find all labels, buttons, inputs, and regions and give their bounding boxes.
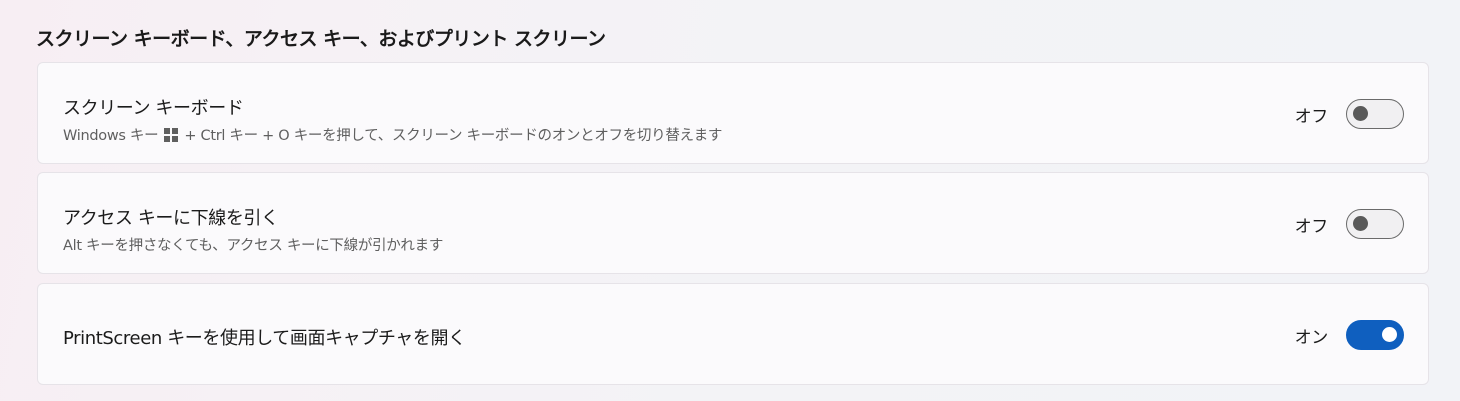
toggle-knob xyxy=(1353,106,1368,121)
toggle-state-label: オフ xyxy=(1294,106,1329,127)
setting-title: PrintScreen キーを使用して画面キャプチャを開く xyxy=(63,328,466,349)
setting-card-underline-access-keys: アクセス キーに下線を引く Alt キーを押さなくても、アクセス キーに下線が引… xyxy=(37,172,1429,274)
underline-access-keys-toggle[interactable] xyxy=(1346,209,1404,239)
section-title: スクリーン キーボード、アクセス キー、およびプリント スクリーン xyxy=(36,28,606,50)
setting-card-printscreen-capture: PrintScreen キーを使用して画面キャプチャを開く オン xyxy=(37,283,1429,385)
toggle-area: オフ xyxy=(1295,209,1404,239)
setting-description: Windows キー + Ctrl キー + O キーを押して、スクリーン キー… xyxy=(63,124,722,145)
toggle-area: オフ xyxy=(1295,99,1404,129)
setting-card-on-screen-keyboard: スクリーン キーボード Windows キー + Ctrl キー + O キーを… xyxy=(37,62,1429,164)
setting-description: Alt キーを押さなくても、アクセス キーに下線が引かれます xyxy=(63,238,444,254)
setting-text: アクセス キーに下線を引く Alt キーを押さなくても、アクセス キーに下線が引… xyxy=(63,204,443,255)
toggle-state-label: オン xyxy=(1294,327,1329,348)
toggle-area: オン xyxy=(1295,320,1404,350)
setting-title: アクセス キーに下線を引く xyxy=(63,208,279,229)
description-part: + Ctrl キー + O キーを押して、スクリーン キーボードのオンとオフを切… xyxy=(184,128,723,144)
description-part: Windows キー xyxy=(63,128,159,144)
on-screen-keyboard-toggle[interactable] xyxy=(1346,99,1404,129)
windows-logo-icon xyxy=(164,127,179,142)
printscreen-capture-toggle[interactable] xyxy=(1346,320,1404,350)
toggle-knob xyxy=(1353,216,1368,231)
toggle-knob xyxy=(1382,327,1397,342)
setting-text: スクリーン キーボード Windows キー + Ctrl キー + O キーを… xyxy=(63,94,722,145)
setting-text: PrintScreen キーを使用して画面キャプチャを開く xyxy=(63,324,466,350)
toggle-state-label: オフ xyxy=(1294,216,1329,237)
setting-title: スクリーン キーボード xyxy=(63,98,244,119)
